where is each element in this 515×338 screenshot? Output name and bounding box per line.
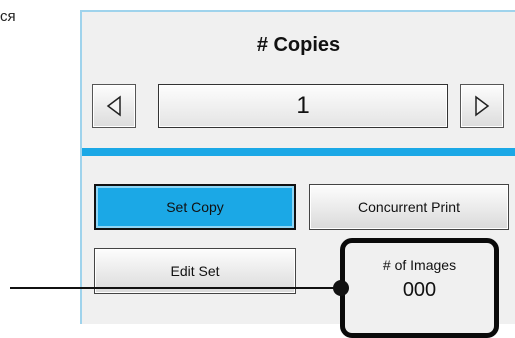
copies-value-field[interactable]: 1: [158, 84, 448, 128]
images-count-label: # of Images: [382, 257, 457, 273]
images-count-value: 000: [402, 279, 437, 301]
increment-copies-button[interactable]: [460, 84, 504, 128]
copies-title: # Copies: [256, 34, 341, 56]
set-copy-button[interactable]: Set Copy: [94, 184, 296, 230]
concurrent-print-button[interactable]: Concurrent Print: [309, 184, 509, 230]
cropped-text-fragment: ся: [0, 8, 16, 25]
images-count-box: # of Images 000: [340, 238, 499, 338]
callout-line: [10, 287, 340, 289]
callout-dot: [333, 280, 349, 296]
decrement-copies-button[interactable]: [92, 84, 136, 128]
triangle-left-icon: [106, 95, 121, 117]
copies-panel: # Copies 1 Set Copy Concurrent Print Edi…: [80, 10, 515, 338]
triangle-right-icon: [475, 95, 490, 117]
section-divider-bar: [82, 148, 515, 156]
